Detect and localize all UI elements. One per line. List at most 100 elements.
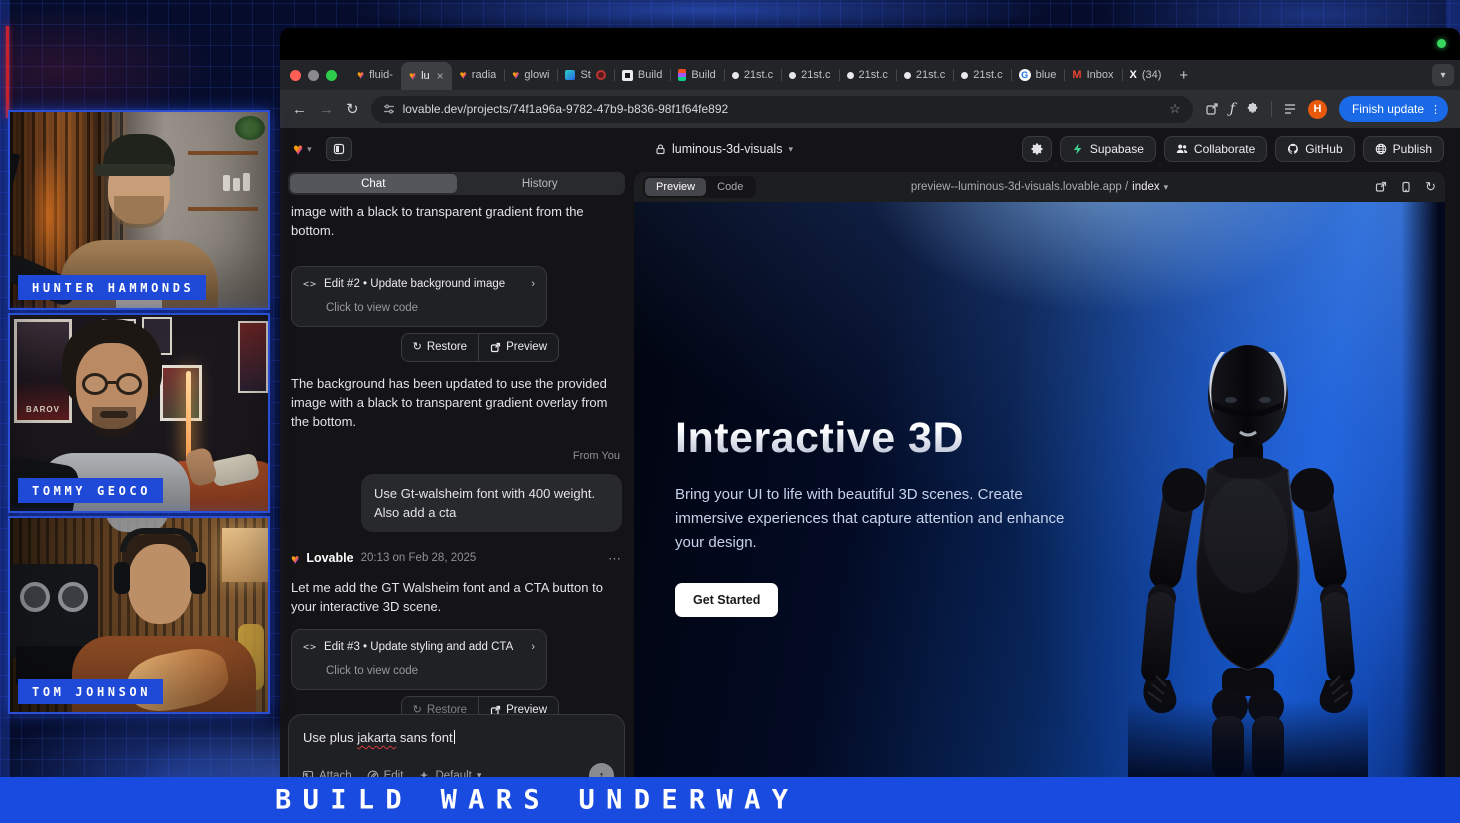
edit-card-3[interactable]: <> Edit #3 • Update styling and add CTA … bbox=[291, 629, 547, 690]
assistant-message: image with a black to transparent gradie… bbox=[291, 202, 622, 240]
attach-button[interactable]: Attach bbox=[302, 770, 352, 778]
tab-label: 21st.c bbox=[859, 69, 888, 81]
chat-input-box[interactable]: Use plus jakarta sans font Attach Edit bbox=[288, 714, 625, 777]
project-name-menu[interactable]: luminous-3d-visuals ▾ bbox=[655, 128, 793, 170]
settings-button[interactable] bbox=[1022, 136, 1052, 162]
browser-tab[interactable]: X(34) bbox=[1122, 62, 1170, 88]
browser-tab[interactable]: 21st.c bbox=[839, 62, 896, 88]
edit-card-title: Edit #2 • Update background image bbox=[324, 275, 505, 294]
reading-list-icon[interactable] bbox=[1283, 102, 1297, 116]
preview-button[interactable]: Preview bbox=[478, 334, 558, 361]
browser-tab[interactable]: 21st.c bbox=[896, 62, 953, 88]
tab-label: St bbox=[580, 69, 590, 81]
name-badge: HUNTER HAMMONDS bbox=[18, 275, 206, 300]
hero-title: Interactive 3D bbox=[675, 414, 1105, 463]
browser-tab[interactable]: Build bbox=[670, 62, 723, 88]
lovable-favicon: ♥ bbox=[409, 70, 416, 82]
supabase-button[interactable]: Supabase bbox=[1060, 136, 1156, 162]
person-hair bbox=[62, 319, 162, 411]
chat-input-text[interactable]: Use plus jakarta sans font bbox=[289, 715, 624, 745]
window-controls bbox=[290, 70, 337, 81]
chat-messages[interactable]: image with a black to transparent gradie… bbox=[291, 202, 622, 775]
address-bar[interactable]: lovable.dev/projects/74f1a96a-9782-47b9-… bbox=[371, 96, 1193, 123]
tab-code[interactable]: Code bbox=[706, 178, 754, 196]
gmail-favicon: M bbox=[1072, 69, 1081, 81]
lovable-topbar: ♥ ▾ luminous-3d-visuals ▾ bbox=[280, 128, 1460, 170]
preview-header: Preview Code preview--luminous-3d-visual… bbox=[634, 172, 1445, 202]
browser-tab-active[interactable]: ♥lu× bbox=[401, 62, 452, 90]
browser-tab[interactable]: 21st.c bbox=[953, 62, 1010, 88]
dot-favicon bbox=[789, 72, 796, 79]
browser-tab[interactable]: Gblue bbox=[1011, 62, 1065, 88]
back-button[interactable]: ← bbox=[292, 101, 307, 118]
build-favicon bbox=[622, 70, 633, 81]
chevron-down-icon: ▾ bbox=[1164, 182, 1169, 193]
refresh-preview-icon[interactable]: ↻ bbox=[1425, 179, 1436, 195]
url-text: lovable.dev/projects/74f1a96a-9782-47b9-… bbox=[403, 102, 729, 116]
person-mustache bbox=[100, 411, 128, 418]
tab-preview[interactable]: Preview bbox=[645, 178, 706, 196]
browser-tab[interactable]: ♥glowi bbox=[504, 62, 557, 88]
bookmark-star-icon[interactable]: ☆ bbox=[1169, 101, 1181, 117]
lovable-logo-group[interactable]: ♥ ▾ bbox=[293, 128, 352, 170]
publish-button[interactable]: Publish bbox=[1363, 136, 1444, 162]
collaborate-button[interactable]: Collaborate bbox=[1164, 136, 1267, 162]
supabase-label: Supabase bbox=[1090, 142, 1144, 156]
user-message-bubble: Use Gt-walsheim font with 400 weight. Al… bbox=[361, 474, 622, 532]
lovable-favicon: ♥ bbox=[512, 69, 519, 81]
chat-input-actions: Attach Edit Default ▾ ↑ bbox=[302, 763, 614, 777]
assistant-timestamp: 20:13 on Feb 28, 2025 bbox=[361, 549, 477, 568]
x-favicon: X bbox=[1130, 69, 1137, 81]
close-window-button[interactable] bbox=[290, 70, 301, 81]
mobile-view-icon[interactable] bbox=[1400, 181, 1412, 193]
browser-tab[interactable]: MInbox bbox=[1064, 62, 1121, 88]
restore-button[interactable]: ↻Restore bbox=[402, 334, 479, 361]
glasses-left-lens bbox=[82, 373, 108, 395]
dot-favicon bbox=[961, 72, 968, 79]
tab-search-button[interactable]: ▾ bbox=[1432, 64, 1454, 86]
kebab-menu-icon[interactable]: ⋮ bbox=[1430, 103, 1441, 116]
tab-chat[interactable]: Chat bbox=[290, 174, 457, 193]
baseball-cap bbox=[103, 134, 175, 170]
send-button[interactable]: ↑ bbox=[589, 763, 614, 777]
preview-3d-scene[interactable]: Interactive 3D Bring your UI to life wit… bbox=[634, 202, 1445, 777]
tab-history[interactable]: History bbox=[457, 174, 624, 193]
finish-update-button[interactable]: Finish update ⋮ bbox=[1339, 96, 1448, 122]
restore-preview-row: ↻Restore Preview bbox=[291, 333, 559, 362]
tab-label: 21st.c bbox=[801, 69, 830, 81]
couch bbox=[164, 461, 270, 513]
profile-avatar[interactable]: H bbox=[1308, 100, 1327, 119]
poster: BAROV bbox=[14, 319, 72, 423]
edit-card-2[interactable]: <> Edit #2 • Update background image › C… bbox=[291, 266, 547, 327]
browser-tab[interactable]: ♥radia bbox=[452, 62, 505, 88]
forward-button[interactable]: → bbox=[319, 101, 334, 118]
model-selector[interactable]: Default ▾ bbox=[418, 770, 481, 778]
edit-card-subtitle: Click to view code bbox=[303, 299, 535, 318]
toggle-sidebar-button[interactable] bbox=[326, 137, 352, 161]
browser-tab[interactable]: Build bbox=[614, 62, 670, 88]
fn-extension-icon[interactable]: ƒ bbox=[1230, 101, 1235, 117]
preview-url[interactable]: preview--luminous-3d-visuals.lovable.app… bbox=[911, 181, 1168, 193]
edit-mode-button[interactable]: Edit bbox=[367, 770, 404, 778]
new-tab-button[interactable]: + bbox=[1169, 67, 1198, 84]
browser-tab[interactable]: ♥fluid- bbox=[349, 62, 401, 88]
browser-tab[interactable]: 21st.c bbox=[781, 62, 838, 88]
preview-label: Preview bbox=[506, 338, 547, 357]
close-tab-icon[interactable]: × bbox=[437, 69, 444, 83]
zoom-window-button[interactable] bbox=[326, 70, 337, 81]
share-extension-icon[interactable] bbox=[1205, 102, 1219, 116]
browser-tab[interactable]: St bbox=[557, 62, 613, 88]
banner-text: BUILD WARS UNDERWAY bbox=[275, 785, 799, 816]
model-label: Default bbox=[435, 770, 471, 778]
puzzle-extensions-icon[interactable] bbox=[1246, 102, 1260, 116]
github-button[interactable]: GitHub bbox=[1275, 136, 1354, 162]
reload-button[interactable]: ↻ bbox=[346, 100, 359, 118]
lock-icon bbox=[655, 144, 666, 155]
lovable-favicon: ♥ bbox=[460, 69, 467, 81]
person-beard bbox=[92, 407, 136, 437]
minimize-window-button[interactable] bbox=[308, 70, 319, 81]
open-external-icon[interactable] bbox=[1375, 181, 1387, 193]
message-menu-icon[interactable]: ⋯ bbox=[608, 549, 622, 568]
browser-tab[interactable]: 21st.c bbox=[724, 62, 781, 88]
get-started-button[interactable]: Get Started bbox=[675, 583, 778, 617]
